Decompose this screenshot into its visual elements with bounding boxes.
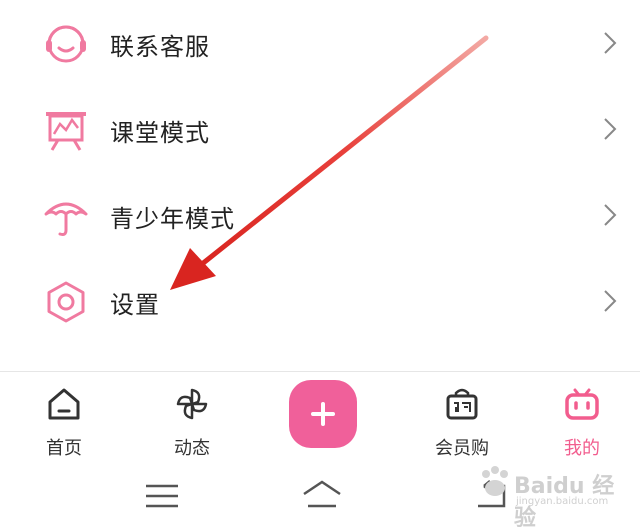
watermark-subtext: jingyan.baidu.com — [516, 496, 609, 507]
umbrella-icon — [44, 202, 88, 236]
baidu-jingyan-watermark: Baidu 经验 jingyan.baidu.com — [472, 456, 632, 531]
menu-item-label: 课堂模式 — [110, 119, 210, 147]
tab-home[interactable]: 首页 — [14, 380, 114, 460]
tab-label: 首页 — [46, 438, 82, 459]
menu-item-label: 联系客服 — [110, 33, 210, 61]
shopping-bag-icon — [446, 388, 478, 420]
chevron-right-icon — [604, 118, 617, 140]
menu-item-label: 设置 — [110, 291, 160, 319]
system-home-icon[interactable] — [300, 478, 344, 512]
tv-icon — [565, 388, 599, 420]
menu-item-label: 青少年模式 — [110, 205, 235, 233]
publish-plus-button[interactable] — [289, 380, 357, 448]
settings-hexagon-icon — [47, 281, 85, 323]
menu-item-classroom-mode[interactable]: 课堂模式 — [0, 86, 640, 172]
chevron-right-icon — [604, 290, 617, 312]
chevron-right-icon — [604, 32, 617, 54]
chevron-right-icon — [604, 204, 617, 226]
home-icon — [48, 388, 80, 420]
menu-item-settings[interactable]: 设置 — [0, 258, 640, 344]
plus-icon — [311, 402, 335, 426]
tab-mine[interactable]: 我的 — [532, 380, 632, 460]
menu-item-contact-service[interactable]: 联系客服 — [0, 0, 640, 86]
pinwheel-icon — [176, 388, 208, 420]
settings-menu: 联系客服 课堂模式 青少年模式 设置 — [0, 0, 640, 372]
tab-dynamic[interactable]: 动态 — [142, 380, 242, 460]
menu-lines-icon[interactable] — [144, 482, 180, 510]
menu-item-teen-mode[interactable]: 青少年模式 — [0, 172, 640, 258]
headset-icon — [46, 25, 86, 63]
tab-label: 动态 — [174, 438, 210, 459]
presentation-board-icon — [46, 112, 86, 151]
paw-logo-icon — [482, 466, 508, 496]
tab-member-shop[interactable]: 会员购 — [412, 380, 512, 460]
